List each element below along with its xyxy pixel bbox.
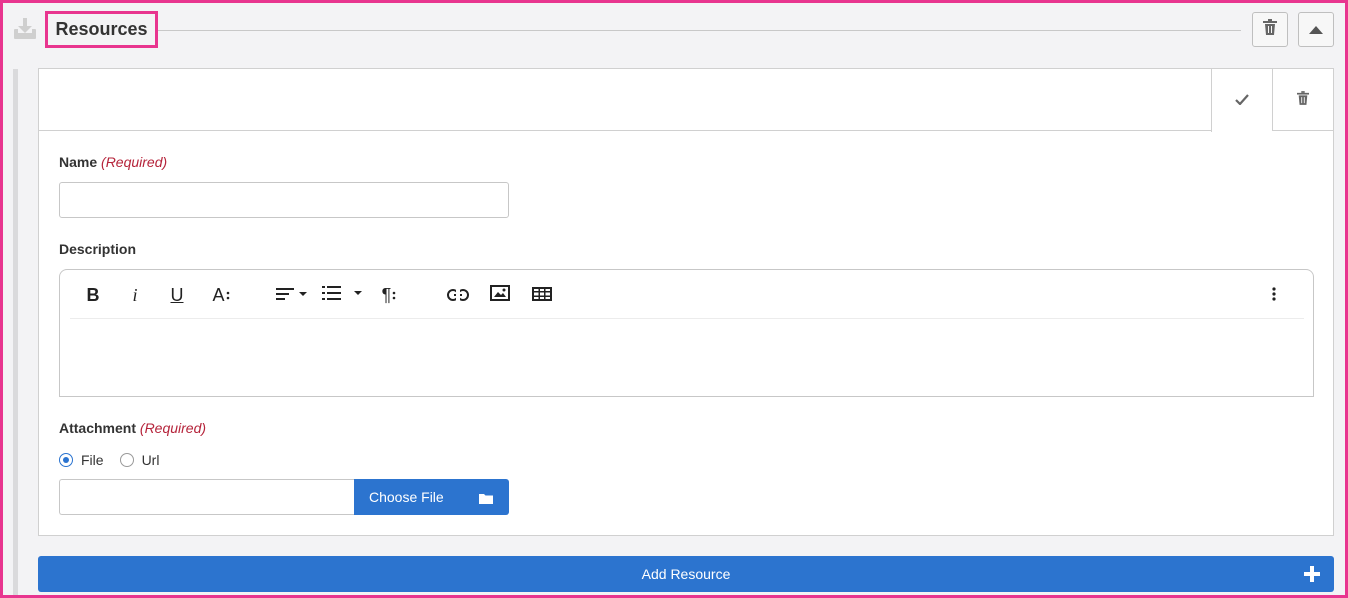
radio-url-label[interactable]: Url bbox=[142, 452, 160, 468]
radio-file-label[interactable]: File bbox=[81, 452, 104, 468]
resource-item-card: Name (Required) Description B i U A ¶ At… bbox=[38, 68, 1334, 536]
paragraph-format-button[interactable]: ¶ bbox=[376, 282, 402, 308]
align-dropdown-button[interactable] bbox=[274, 282, 310, 308]
font-size-icon: A bbox=[212, 285, 229, 306]
name-label: Name (Required) bbox=[59, 154, 167, 170]
collapse-section-button[interactable] bbox=[1298, 12, 1334, 47]
attachment-required-note: (Required) bbox=[139, 420, 207, 436]
insert-link-button[interactable] bbox=[446, 282, 470, 308]
bold-button[interactable]: B bbox=[82, 282, 104, 308]
name-input[interactable] bbox=[59, 182, 509, 218]
choose-file-label: Choose File bbox=[369, 489, 444, 505]
table-icon bbox=[532, 285, 552, 306]
add-resource-label: Add Resource bbox=[641, 566, 731, 582]
delete-item-button[interactable] bbox=[1272, 69, 1333, 131]
plus-icon bbox=[1304, 566, 1320, 585]
more-options-button[interactable] bbox=[1262, 282, 1286, 308]
confirm-item-button[interactable] bbox=[1211, 69, 1272, 132]
folder-icon bbox=[479, 491, 493, 507]
italic-button[interactable]: i bbox=[124, 282, 146, 308]
insert-image-button[interactable] bbox=[488, 282, 512, 308]
insert-table-button[interactable] bbox=[530, 282, 554, 308]
delete-section-button[interactable] bbox=[1252, 12, 1288, 47]
description-content-area[interactable] bbox=[70, 322, 1304, 392]
resource-item-header[interactable] bbox=[39, 69, 1333, 132]
attachment-type-options: File Url bbox=[59, 450, 159, 470]
trash-icon bbox=[1297, 90, 1309, 110]
radio-file[interactable] bbox=[59, 453, 73, 467]
name-required-note: (Required) bbox=[101, 154, 168, 170]
description-label: Description bbox=[59, 241, 137, 257]
paragraph-icon: ¶ bbox=[382, 285, 397, 306]
section-header: Resources bbox=[3, 3, 1345, 59]
caret-up-icon bbox=[1309, 21, 1323, 39]
check-icon bbox=[1235, 92, 1249, 110]
download-tray-icon[interactable] bbox=[12, 16, 38, 42]
underline-button[interactable]: U bbox=[166, 282, 188, 308]
underline-icon: U bbox=[170, 284, 184, 305]
name-label-text: Name bbox=[59, 154, 98, 170]
section-title: Resources bbox=[45, 11, 158, 48]
header-divider bbox=[158, 30, 1241, 31]
description-editor: B i U A ¶ bbox=[59, 269, 1314, 397]
toolbar-divider bbox=[70, 318, 1304, 319]
radio-url[interactable] bbox=[119, 453, 134, 467]
more-vertical-icon bbox=[1272, 285, 1276, 306]
font-size-button[interactable]: A bbox=[208, 282, 234, 308]
link-icon bbox=[447, 285, 469, 306]
ordered-list-icon bbox=[322, 285, 364, 306]
bold-icon: B bbox=[86, 284, 100, 305]
file-path-input[interactable] bbox=[59, 479, 355, 515]
trash-icon bbox=[1263, 19, 1277, 40]
item-indent-bar bbox=[13, 69, 18, 595]
resources-panel: Resources Name (Required) Description B … bbox=[0, 0, 1348, 598]
align-left-icon bbox=[276, 285, 308, 306]
add-resource-button[interactable]: Add Resource bbox=[38, 556, 1334, 592]
attachment-label-text: Attachment bbox=[59, 420, 137, 436]
list-dropdown-button[interactable] bbox=[321, 282, 365, 308]
attachment-label: Attachment (Required) bbox=[59, 420, 206, 436]
choose-file-button[interactable]: Choose File bbox=[354, 479, 509, 515]
image-icon bbox=[490, 284, 510, 306]
italic-icon: i bbox=[132, 284, 138, 305]
